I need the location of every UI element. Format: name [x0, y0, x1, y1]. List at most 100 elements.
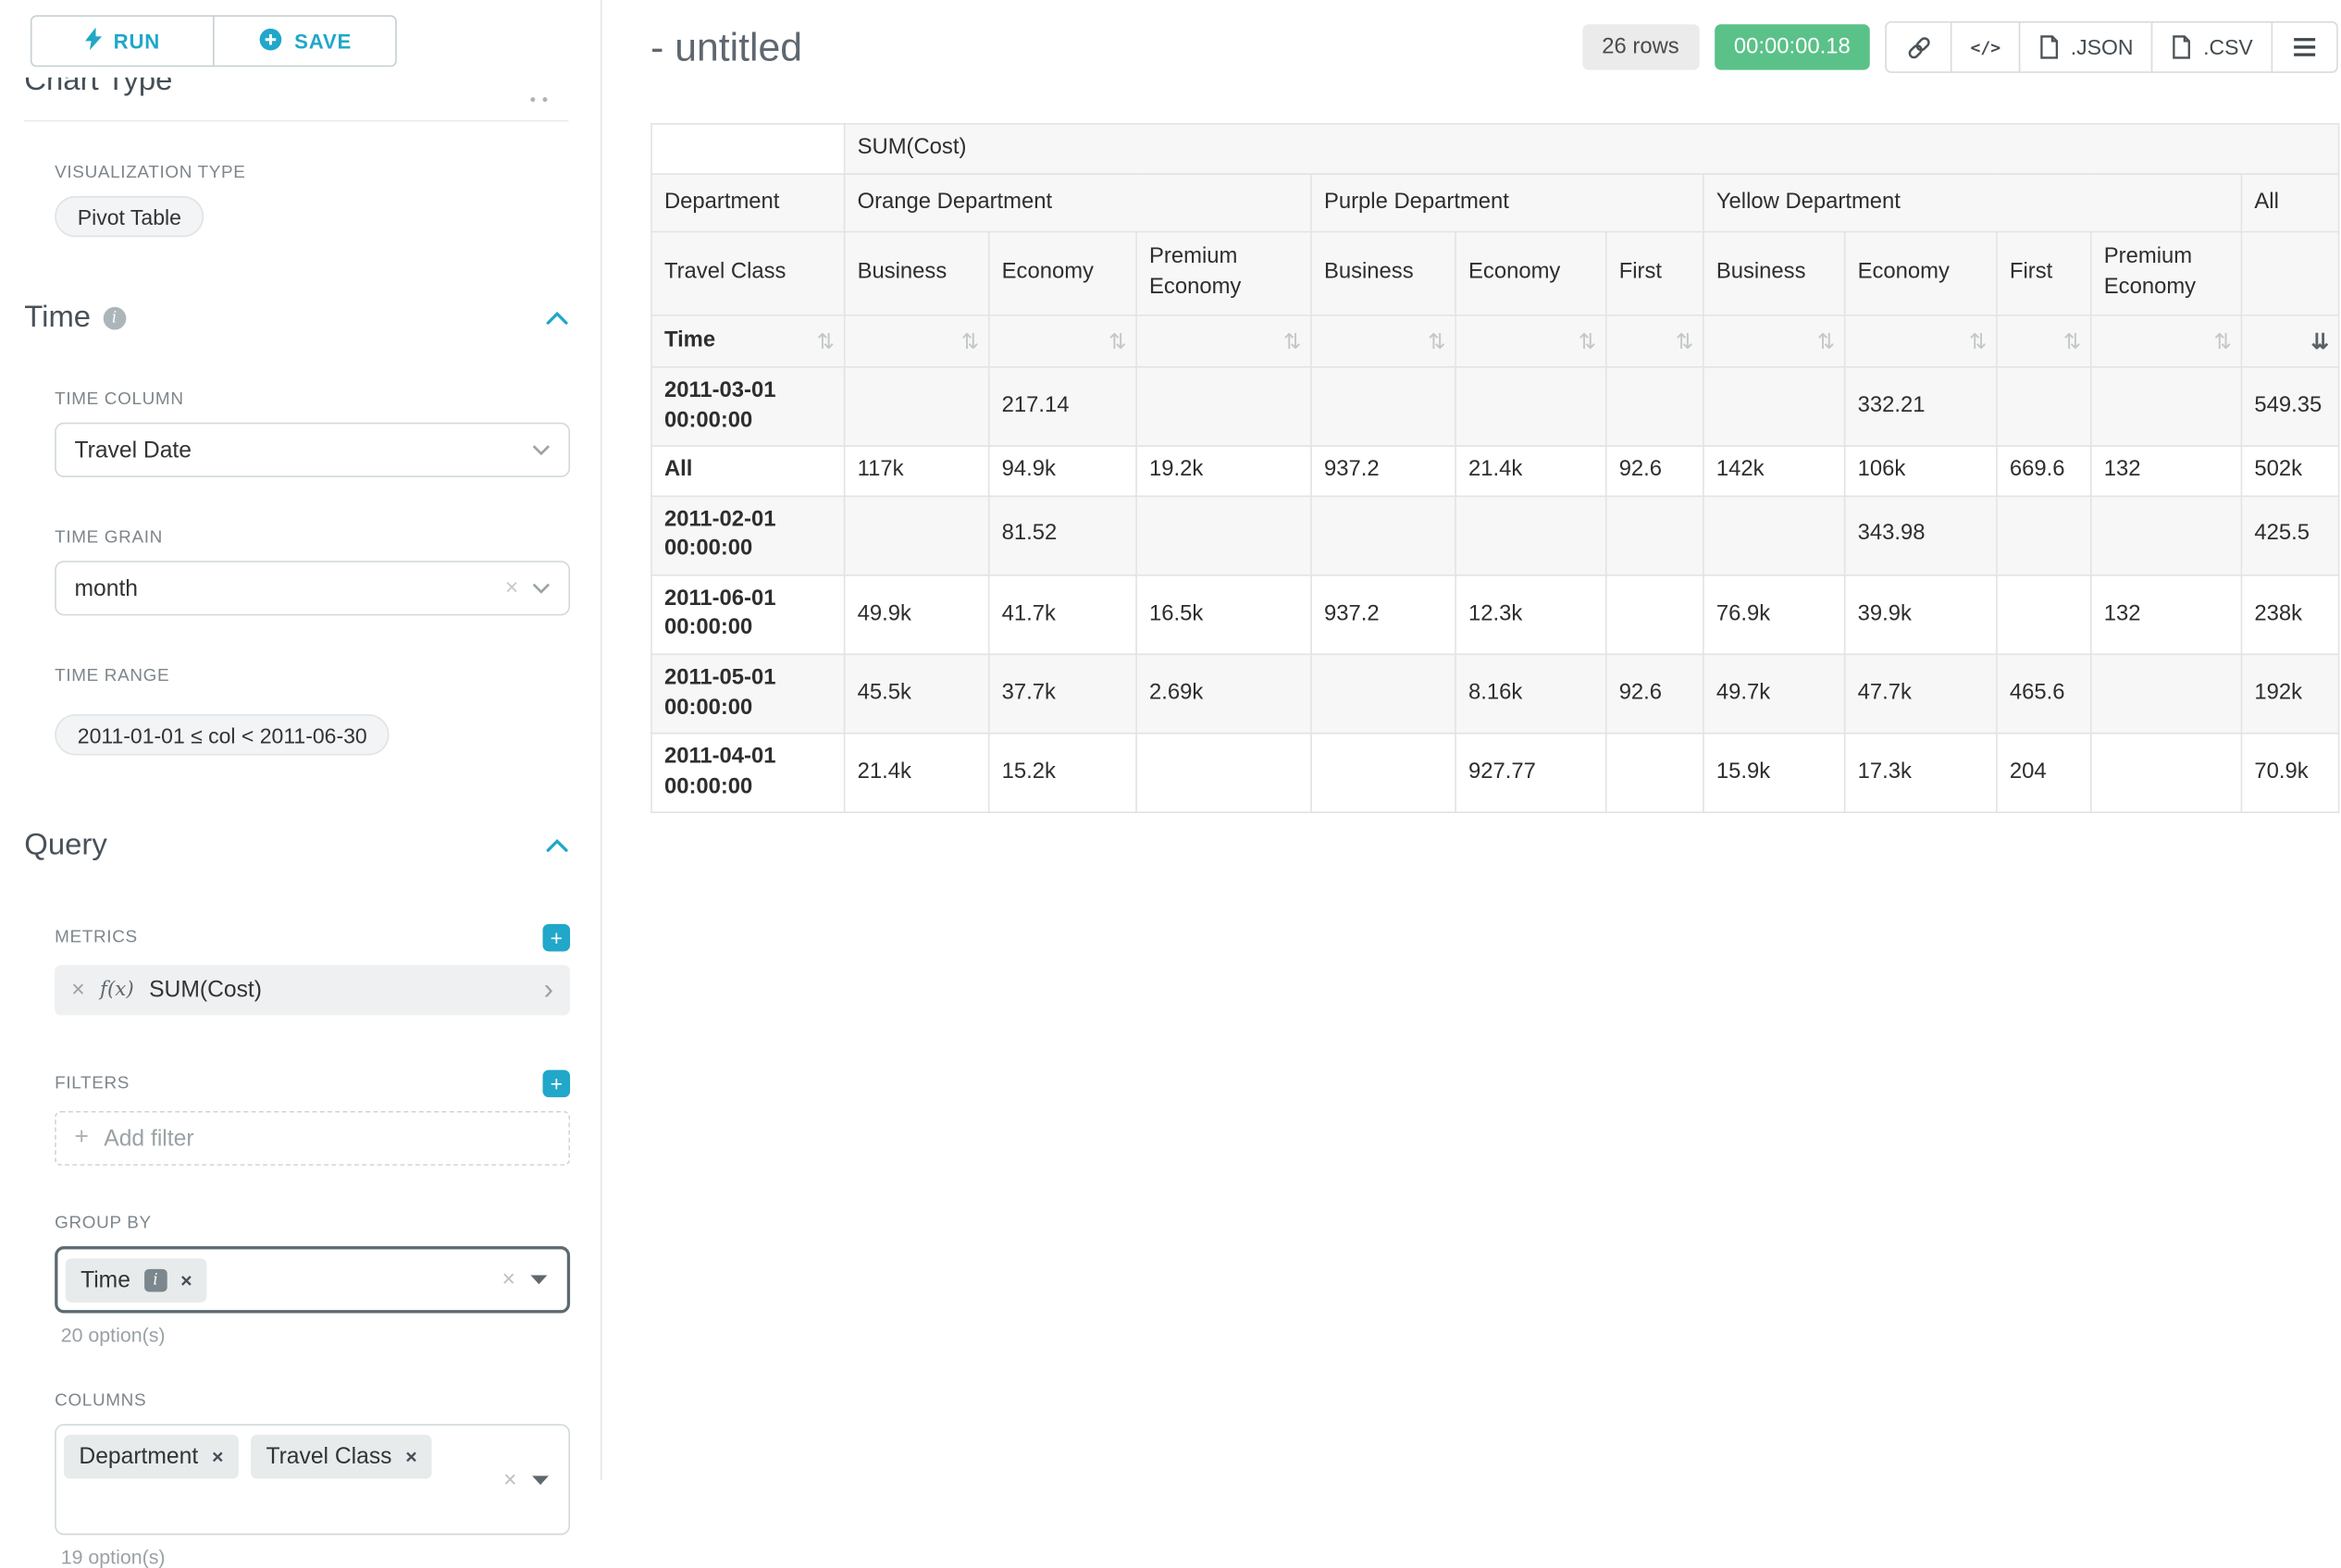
columns-select[interactable]: Department × Travel Class × ×: [55, 1424, 570, 1535]
time-sort-header[interactable]: Time ⇅: [651, 315, 845, 367]
department-group-header: Yellow Department: [1703, 174, 2242, 231]
time-grain-select[interactable]: month ×: [55, 561, 570, 615]
chart-type-section-clipped: Chart Type: [24, 78, 568, 106]
add-metric-button[interactable]: +: [543, 924, 571, 952]
value-cell: 549.35: [2241, 367, 2338, 447]
travel-class-header: Business: [1703, 232, 1845, 315]
value-cell: 12.3k: [1455, 575, 1606, 655]
travel-class-header: Premium Economy: [2091, 232, 2242, 315]
metric-chip[interactable]: × f(x) SUM(Cost) ›: [55, 965, 570, 1015]
sort-icon[interactable]: ⇅: [2213, 327, 2231, 355]
remove-metric-icon[interactable]: ×: [71, 977, 84, 1003]
time-range-chip[interactable]: 2011-01-01 ≤ col < 2011-06-30: [55, 714, 390, 755]
clear-all-icon[interactable]: ×: [503, 1466, 516, 1492]
clear-icon[interactable]: ×: [505, 575, 518, 601]
columns-chip-department[interactable]: Department ×: [64, 1435, 239, 1479]
value-cell: [1606, 575, 1703, 655]
add-filter-button[interactable]: +: [543, 1070, 571, 1098]
control-panel-sidebar: RUN SAVE Chart Type VISUALIZATION TYPE P…: [0, 0, 602, 1480]
sort-header-cell[interactable]: ⇅: [1703, 315, 1845, 367]
query-section-collapse[interactable]: [546, 839, 569, 853]
chevron-down-icon[interactable]: [532, 583, 551, 594]
add-filter-dropzone[interactable]: + Add filter: [55, 1111, 570, 1166]
value-cell: [845, 367, 989, 447]
columns-label: COLUMNS: [55, 1392, 570, 1411]
sort-icon[interactable]: ⇅: [1109, 327, 1126, 355]
run-button[interactable]: RUN: [31, 15, 215, 67]
sort-icon[interactable]: ⇅: [1428, 327, 1445, 355]
row-count-badge: 26 rows: [1582, 24, 1699, 69]
chip-label: Time: [81, 1266, 130, 1292]
value-cell: 19.2k: [1136, 446, 1311, 495]
sort-header-cell[interactable]: ⇅: [2091, 315, 2242, 367]
sort-header-cell[interactable]: ⇅: [1845, 315, 1997, 367]
columns-chip-travel-class[interactable]: Travel Class ×: [251, 1435, 432, 1479]
sort-desc-icon[interactable]: ⇊: [2311, 327, 2329, 355]
export-json-button[interactable]: .JSON: [2019, 21, 2153, 73]
time-column-select[interactable]: Travel Date: [55, 423, 570, 477]
value-cell: 332.21: [1845, 367, 1997, 447]
caret-down-icon[interactable]: [532, 1475, 549, 1484]
sort-icon[interactable]: ⇅: [2063, 327, 2081, 355]
sort-icon[interactable]: ⇅: [1817, 327, 1835, 355]
chevron-down-icon[interactable]: [532, 445, 551, 456]
sort-icon[interactable]: ⇅: [1579, 327, 1596, 355]
code-icon: </>: [1971, 37, 2001, 56]
time-grain-value: month: [75, 575, 139, 601]
value-cell: 132: [2091, 575, 2242, 655]
sort-header-cell[interactable]: ⇅: [1136, 315, 1311, 367]
row-label-cell: 2011-03-01 00:00:00: [651, 367, 845, 447]
export-csv-button[interactable]: .CSV: [2151, 21, 2273, 73]
row-label-cell: 2011-04-01 00:00:00: [651, 734, 845, 813]
chart-header-actions: 26 rows 00:00:00.18 </>: [1582, 21, 2338, 73]
travel-class-header: Premium Economy: [1136, 232, 1311, 315]
sort-icon[interactable]: ⇅: [1969, 327, 1987, 355]
value-cell: 92.6: [1606, 654, 1703, 734]
save-button[interactable]: SAVE: [213, 15, 397, 67]
group-by-select[interactable]: Time i × ×: [55, 1246, 570, 1313]
sort-header-cell[interactable]: ⇅: [989, 315, 1136, 367]
travel-class-header-empty: [2241, 232, 2338, 315]
sort-header-cell[interactable]: ⇅: [1455, 315, 1606, 367]
chevron-right-icon[interactable]: ›: [544, 976, 553, 1005]
metrics-control: METRICS + × f(x) SUM(Cost) ›: [55, 924, 570, 1016]
sort-header-cell[interactable]: ⇅: [1997, 315, 2091, 367]
clear-all-icon[interactable]: ×: [502, 1266, 515, 1292]
caret-down-icon[interactable]: [530, 1275, 547, 1284]
sort-header-cell[interactable]: ⇅: [845, 315, 989, 367]
remove-chip-icon[interactable]: ×: [405, 1445, 416, 1468]
remove-chip-icon[interactable]: ×: [212, 1445, 223, 1468]
value-cell: 15.2k: [989, 734, 1136, 813]
metric-header-cell: SUM(Cost): [845, 124, 2339, 174]
department-label-cell: Department: [651, 174, 845, 231]
value-cell: 17.3k: [1845, 734, 1997, 813]
sort-header-cell[interactable]: ⇅: [1606, 315, 1703, 367]
hamburger-icon: [2292, 36, 2316, 57]
view-query-button[interactable]: </>: [1951, 21, 2020, 73]
columns-option-count: 19 option(s): [61, 1546, 570, 1568]
value-cell: [1311, 734, 1455, 813]
value-cell: 76.9k: [1703, 575, 1845, 655]
sort-icon[interactable]: ⇅: [961, 327, 979, 355]
menu-button[interactable]: [2271, 21, 2337, 73]
sort-icon[interactable]: ⇅: [1283, 327, 1301, 355]
sort-icon[interactable]: ⇅: [817, 327, 835, 355]
table-row: 2011-05-01 00:00:0045.5k37.7k2.69k8.16k9…: [651, 654, 2339, 734]
value-cell: [1703, 367, 1845, 447]
time-section-collapse[interactable]: [546, 312, 569, 326]
table-row: 2011-02-01 00:00:0081.52343.98425.5: [651, 496, 2339, 575]
department-header-row: Department Orange DepartmentPurple Depar…: [651, 174, 2339, 231]
value-cell: 16.5k: [1136, 575, 1311, 655]
copy-link-button[interactable]: [1886, 21, 1952, 73]
value-cell: 132: [2091, 446, 2242, 495]
sort-header-cell[interactable]: ⇊: [2241, 315, 2338, 367]
value-cell: 8.16k: [1455, 654, 1606, 734]
time-grain-control: TIME GRAIN month ×: [55, 529, 570, 616]
visualization-type-chip[interactable]: Pivot Table: [55, 196, 204, 237]
group-by-option-count: 20 option(s): [61, 1324, 570, 1347]
sort-header-cell[interactable]: ⇅: [1311, 315, 1455, 367]
group-by-chip-time[interactable]: Time i ×: [66, 1257, 207, 1302]
sort-icon[interactable]: ⇅: [1676, 327, 1693, 355]
remove-chip-icon[interactable]: ×: [180, 1268, 192, 1291]
row-label-cell: 2011-05-01 00:00:00: [651, 654, 845, 734]
